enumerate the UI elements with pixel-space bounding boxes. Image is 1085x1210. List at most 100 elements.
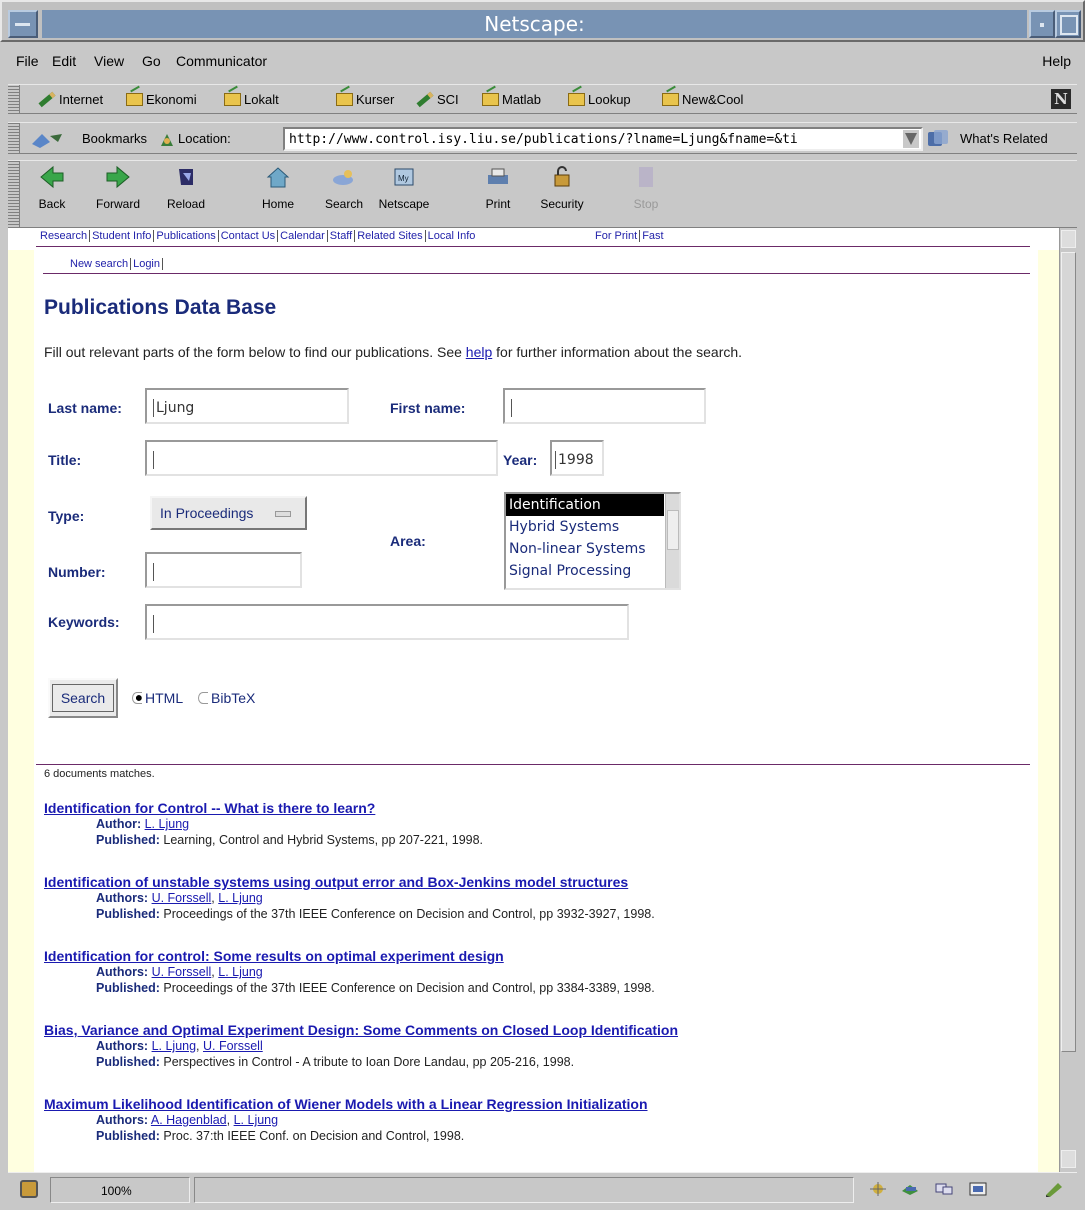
nav-research[interactable]: Research [38, 230, 91, 242]
forward-button[interactable]: Forward [88, 165, 148, 211]
search-button[interactable]: Search [314, 165, 374, 211]
number-input[interactable] [145, 552, 302, 588]
whats-related-button[interactable]: What's Related [960, 131, 1048, 146]
nav-fast[interactable]: Fast [640, 230, 665, 242]
network-activity-icon[interactable] [868, 1181, 888, 1197]
bookmark-lookup[interactable]: Lookup [568, 92, 631, 107]
search-submit-label: Search [52, 684, 114, 712]
bookmark-newcool[interactable]: New&Cool [662, 92, 743, 107]
nav-local-info[interactable]: Local Info [426, 230, 478, 242]
window-menu-button[interactable] [8, 10, 38, 38]
area-listbox[interactable]: Identification Hybrid Systems Non-linear… [504, 492, 681, 590]
stop-button[interactable]: Stop [616, 165, 676, 211]
bookmark-matlab[interactable]: Matlab [482, 92, 541, 107]
toolbar-grip[interactable] [8, 85, 20, 113]
location-url-input[interactable]: http://www.control.isy.liu.se/publicatio… [283, 127, 923, 151]
area-option-non-linear-systems[interactable]: Non-linear Systems [506, 538, 679, 560]
netscape-logo[interactable]: N [1051, 89, 1071, 109]
back-button[interactable]: Back [22, 165, 82, 211]
first-name-input[interactable] [503, 388, 706, 424]
search-submit-button[interactable]: Search [48, 678, 118, 718]
menu-bar: File Edit View Go Communicator Help [8, 48, 1077, 74]
bookmark-lokalt[interactable]: Lokalt [224, 92, 279, 107]
author-link[interactable]: L. Ljung [152, 1039, 196, 1053]
year-input[interactable]: 1998 [550, 440, 604, 476]
netscape-button[interactable]: My Netscape [374, 165, 434, 211]
scroll-thumb[interactable] [1061, 252, 1076, 1052]
nav-calendar[interactable]: Calendar [278, 230, 328, 242]
area-listbox-scrollbar[interactable] [665, 494, 679, 588]
result-title-link[interactable]: Bias, Variance and Optimal Experiment De… [44, 1022, 678, 1038]
security-lock-icon[interactable] [20, 1180, 38, 1198]
menu-help[interactable]: Help [1042, 53, 1071, 69]
minimize-button[interactable] [1029, 10, 1055, 38]
composer-icon[interactable] [968, 1181, 988, 1197]
author-link[interactable]: L. Ljung [145, 817, 189, 831]
toolbar-grip[interactable] [8, 123, 20, 153]
result-title-link[interactable]: Identification for Control -- What is th… [44, 800, 483, 816]
result-title-link[interactable]: Identification of unstable systems using… [44, 874, 655, 890]
page-scrollbar[interactable] [1059, 228, 1077, 1172]
area-listbox-scroll-thumb[interactable] [667, 510, 679, 550]
area-option-signal-processing[interactable]: Signal Processing [506, 560, 679, 582]
discussion-icon[interactable] [934, 1181, 954, 1197]
menu-file[interactable]: File [16, 53, 39, 69]
author-link[interactable]: U. Forssell [152, 891, 212, 905]
author-link[interactable]: U. Forssell [152, 965, 212, 979]
help-link[interactable]: help [466, 344, 492, 360]
radio-selected-icon [132, 692, 142, 704]
personal-toolbar: Internet Ekonomi Lokalt Kurser SCI Matla… [8, 84, 1077, 114]
result-title-link[interactable]: Maximum Likelihood Identification of Wie… [44, 1096, 648, 1112]
print-button[interactable]: Print [468, 165, 528, 211]
whats-related-icon[interactable] [926, 128, 960, 150]
format-html-radio[interactable]: HTML [132, 690, 183, 706]
menu-communicator[interactable]: Communicator [176, 53, 267, 69]
nav-related-sites[interactable]: Related Sites [355, 230, 426, 242]
bookmark-sci[interactable]: SCI [416, 91, 459, 108]
nav-student-info[interactable]: Student Info [90, 230, 155, 242]
author-link[interactable]: A. Hagenblad [151, 1113, 227, 1127]
area-option-identification[interactable]: Identification [506, 494, 664, 516]
bookmarks-icon[interactable] [30, 130, 80, 150]
keywords-input[interactable] [145, 604, 629, 640]
nav-publications[interactable]: Publications [154, 230, 219, 242]
mail-icon[interactable] [900, 1181, 920, 1197]
nav-login[interactable]: Login [131, 258, 163, 270]
bookmark-internet[interactable]: Internet [38, 91, 103, 108]
maximize-button[interactable] [1055, 10, 1081, 38]
area-option-hybrid-systems[interactable]: Hybrid Systems [506, 516, 679, 538]
nav-staff[interactable]: Staff [328, 230, 356, 242]
menu-view[interactable]: View [94, 53, 124, 69]
toolbar-grip[interactable] [8, 161, 20, 227]
bookmarks-button[interactable]: Bookmarks [82, 131, 147, 146]
nav-new-search[interactable]: New search [68, 258, 132, 270]
type-select[interactable]: In Proceedings [150, 496, 307, 530]
url-dropdown-button[interactable] [903, 130, 919, 148]
title-input[interactable] [145, 440, 498, 476]
author-link[interactable]: L. Ljung [218, 965, 262, 979]
result-title-link[interactable]: Identification for control: Some results… [44, 948, 655, 964]
published-text: Proc. 37:th IEEE Conf. on Decision and C… [163, 1129, 465, 1143]
last-name-input[interactable]: Ljung [145, 388, 349, 424]
nav-contact-us[interactable]: Contact Us [219, 230, 279, 242]
home-icon [266, 167, 290, 188]
location-icon[interactable] [158, 131, 176, 149]
author-link[interactable]: U. Forssell [203, 1039, 263, 1053]
menu-edit[interactable]: Edit [52, 53, 76, 69]
nav-for-print[interactable]: For Print [593, 230, 641, 242]
menu-go[interactable]: Go [142, 53, 161, 69]
reload-button[interactable]: Reload [156, 165, 216, 211]
scroll-up-button[interactable] [1061, 230, 1076, 248]
home-button[interactable]: Home [248, 165, 308, 211]
format-bibtex-radio[interactable]: BibTeX [198, 690, 255, 706]
scroll-down-button[interactable] [1061, 1150, 1076, 1168]
author-link[interactable]: L. Ljung [234, 1113, 278, 1127]
bookmark-ekonomi[interactable]: Ekonomi [126, 92, 197, 107]
security-button[interactable]: Security [532, 165, 592, 211]
edit-pencil-icon[interactable] [1044, 1181, 1064, 1197]
author-link[interactable]: L. Ljung [218, 891, 262, 905]
result-published: Published: Proceedings of the 37th IEEE … [96, 906, 655, 922]
bookmark-label: New&Cool [682, 92, 744, 107]
bookmark-kurser[interactable]: Kurser [336, 92, 394, 107]
published-text: Perspectives in Control - A tribute to I… [163, 1055, 575, 1069]
